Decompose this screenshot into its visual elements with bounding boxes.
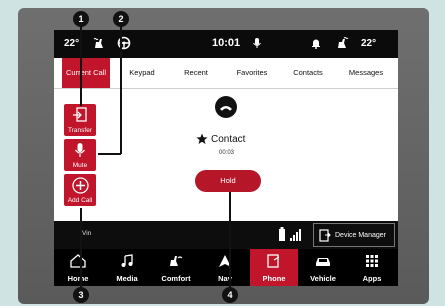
passenger-seat-heat-icon[interactable] — [335, 36, 349, 50]
nav-phone-label: Phone — [262, 274, 286, 283]
nav-nav[interactable]: Nav — [201, 249, 249, 286]
add-call-label: Add Call — [67, 197, 93, 204]
callout-1-leader — [80, 26, 82, 106]
callout-4: 4 — [222, 287, 238, 303]
mute-label: Mute — [72, 162, 88, 169]
car-icon — [316, 258, 330, 266]
call-timer: 00:03 — [219, 150, 235, 156]
callout-3-leader — [80, 208, 82, 288]
nav-comfort-label: Comfort — [161, 274, 191, 283]
nav-media[interactable]: Media — [103, 249, 151, 286]
clock: 10:01 — [212, 37, 241, 49]
device-name: Vin — [82, 230, 92, 237]
add-circle-icon — [72, 177, 89, 194]
microphone-icon — [75, 143, 85, 157]
tab-favorites[interactable]: Favorites — [228, 58, 276, 88]
tab-current-call[interactable]: Current Call — [62, 58, 110, 88]
tab-recent[interactable]: Recent — [172, 58, 220, 88]
device-manager-button[interactable]: Device Manager — [313, 223, 395, 247]
callout-3: 3 — [73, 287, 89, 303]
microphone-icon[interactable] — [250, 36, 264, 50]
nav-vehicle[interactable]: Vehicle — [299, 249, 347, 286]
callout-4-leader — [229, 192, 231, 288]
transfer-label: Transfer — [68, 127, 92, 134]
tab-messages[interactable]: Messages — [340, 58, 392, 88]
home-icon — [70, 254, 86, 268]
nav-home-label: Home — [67, 274, 89, 283]
nav-home[interactable]: Home — [54, 249, 102, 286]
nav-vehicle-label: Vehicle — [310, 274, 336, 283]
bottom-nav: Home Media Comfort Nav Phone Vehicle App… — [54, 249, 398, 286]
phone-icon — [267, 254, 280, 268]
callout-1: 1 — [73, 11, 89, 27]
device-manager-label: Device Manager — [335, 232, 386, 239]
phone-tabs: Current Call Keypad Recent Favorites Con… — [54, 58, 398, 89]
outside-temp-left: 22° — [64, 38, 80, 49]
device-manager-icon — [319, 229, 331, 242]
tab-contacts[interactable]: Contacts — [284, 58, 332, 88]
tab-keypad[interactable]: Keypad — [118, 58, 166, 88]
callout-2-leader — [120, 26, 122, 154]
apps-grid-icon — [366, 255, 378, 267]
nav-apps-label: Apps — [362, 274, 382, 283]
callout-2: 2 — [113, 11, 129, 27]
seat-heat-icon[interactable] — [92, 36, 106, 50]
music-note-icon — [121, 254, 133, 267]
transfer-icon — [73, 107, 87, 122]
add-call-button[interactable]: Add Call — [64, 174, 96, 206]
status-bar: 22° 10:01 22° — [54, 30, 398, 58]
battery-signal-icon — [279, 227, 301, 241]
outside-temp-right: 22° — [361, 38, 377, 49]
nav-apps[interactable]: Apps — [348, 249, 396, 286]
nav-media-label: Media — [116, 274, 138, 283]
nav-nav-label: Nav — [218, 274, 232, 283]
nav-comfort[interactable]: Comfort — [152, 249, 200, 286]
mute-button[interactable]: Mute — [64, 139, 96, 171]
bell-icon — [309, 36, 323, 50]
end-call-icon[interactable] — [215, 96, 237, 118]
hold-button[interactable]: Hold — [195, 170, 261, 192]
comfort-icon — [170, 256, 183, 266]
contact-name: Contact — [211, 134, 246, 145]
favorite-star-icon[interactable] — [196, 133, 208, 145]
touch-screen: 22° 10:01 22° Current Call Keypad Recent… — [54, 30, 398, 286]
transfer-button[interactable]: Transfer — [64, 104, 96, 136]
nav-phone[interactable]: Phone — [250, 249, 298, 286]
callout-2-leader-horizontal — [98, 153, 121, 155]
